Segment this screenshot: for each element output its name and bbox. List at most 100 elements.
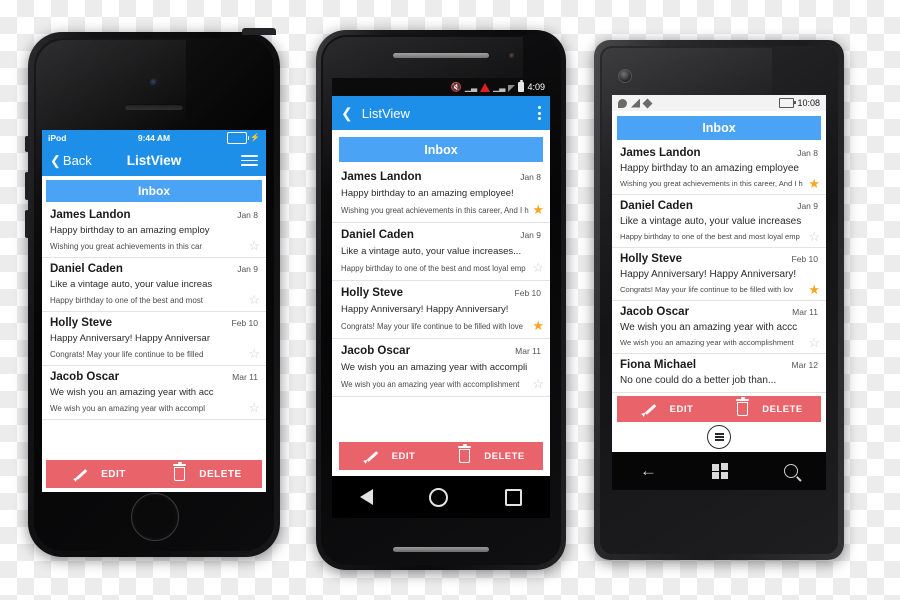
mail-date: Jan 8 [237,210,258,220]
android-earpiece-speaker [393,53,489,58]
action-bar: EDIT DELETE [46,460,262,488]
mail-preview: Congrats! May your life continue to be f… [50,350,204,359]
nav-search-icon[interactable] [784,464,799,478]
inbox-header-button[interactable]: Inbox [46,180,262,202]
alert-triangle-icon [480,82,491,92]
mail-subject: Happy Anniversary! Happy Anniversary! [341,304,509,315]
trash-icon [735,396,749,416]
nav-home-icon[interactable] [429,487,449,507]
star-filled-icon[interactable]: ★ [808,177,820,190]
iphone-volume-down-button[interactable] [25,210,29,238]
mail-subject: Happy birthday to an amazing employee [620,163,799,174]
mail-list-item[interactable]: Holly Steve Feb 10 Happy Anniversary! Happ… [612,248,826,301]
mail-list-item[interactable]: Jacob Oscar Mar 11 We wish you an amazing … [332,339,550,397]
android-status-icons: 🔇 ▁▃ ▁▃ [450,80,525,93]
android-app-bar: ❮ ListView [332,96,550,130]
inbox-label: Inbox [424,142,458,157]
mail-sender-name: Fiona Michael [620,359,697,371]
app-bar-expand-button[interactable] [707,425,731,449]
star-outline-icon[interactable]: ☆ [808,336,820,349]
hamburger-menu-icon[interactable] [241,155,258,166]
mail-subject: We wish you an amazing year with accc [620,322,798,333]
mail-subject: Happy Anniversary! Happy Anniversar [50,333,210,344]
android-clock: 4:09 [527,82,545,92]
mail-list-item[interactable]: Daniel Caden Jan 9 Like a vintage auto, yo… [332,223,550,281]
mail-list-item[interactable]: Fiona Michael Mar 12 No one could do a bet… [612,354,826,393]
windows-status-icons-left [618,98,653,108]
star-filled-icon[interactable]: ★ [532,203,544,216]
edit-button[interactable]: EDIT [617,403,719,416]
nav-recents-icon[interactable] [504,488,522,506]
star-outline-icon[interactable]: ☆ [248,401,260,414]
mail-list-item[interactable]: Holly Steve Feb 10 Happy Anniversary! Happ… [332,281,550,339]
back-arrow-icon[interactable]: ❮ [341,105,353,122]
mail-date: Jan 9 [797,201,818,211]
list-icon [714,433,724,441]
mail-subject: Happy Anniversary! Happy Anniversary! [620,269,797,280]
edit-button[interactable]: EDIT [46,468,154,481]
mail-list-item[interactable]: Jacob Oscar Mar 11 We wish you an amazing … [42,366,266,420]
inbox-header-button[interactable]: Inbox [617,116,821,140]
mail-sender-name: James Landon [50,209,131,221]
mail-preview: Congrats! May your life continue to be f… [620,285,794,294]
iphone-silent-switch[interactable] [25,136,29,152]
star-outline-icon[interactable]: ☆ [248,347,260,360]
mail-sender-name: Holly Steve [341,287,403,299]
action-bar: EDIT DELETE [617,396,821,422]
mail-sender-name: Daniel Caden [50,263,123,275]
delete-button[interactable]: DELETE [154,461,262,481]
edit-button[interactable]: EDIT [339,450,441,463]
star-outline-icon[interactable]: ☆ [248,293,260,306]
mail-subject: Like a vintage auto, your value increase… [341,246,522,257]
mail-preview: Happy birthday to one of the best and mo… [620,232,800,241]
android-bottom-speaker [393,547,489,552]
mail-list-item[interactable]: Daniel Caden Jan 9 Like a vintage auto, yo… [612,195,826,248]
android-device-frame: 🔇 ▁▃ ▁▃ 4:09 ❮ ListView Inbox James Land… [316,30,566,570]
delete-button[interactable]: DELETE [719,396,821,416]
iphone-home-button[interactable] [131,493,179,541]
mail-preview: Happy birthday to one of the best and mo… [50,296,203,305]
battery-icon [779,98,797,108]
nav-back-icon[interactable] [360,489,374,505]
mail-list[interactable]: James Landon Jan 8 Happy birthday to an am… [332,165,550,442]
mail-date: Jan 9 [237,264,258,274]
mail-date: Feb 10 [231,318,258,328]
mail-sender-name: Holly Steve [50,317,112,329]
star-outline-icon[interactable]: ☆ [532,261,544,274]
star-outline-icon[interactable]: ☆ [808,230,820,243]
mail-list-item[interactable]: James Landon Jan 8 Happy birthday to an am… [612,142,826,195]
ios-status-bar: iPod 9:44 AM ⚡ [42,130,266,145]
sim2-signal-icon: ▁▃ [493,82,506,92]
nav-back-icon[interactable]: ← [640,461,657,481]
mail-date: Jan 8 [797,148,818,158]
mail-list[interactable]: James Landon Jan 8 Happy birthday to an am… [42,204,266,460]
mail-list-item[interactable]: Daniel Caden Jan 9 Like a vintage auto, yo… [42,258,266,312]
mail-list[interactable]: James Landon Jan 8 Happy birthday to an am… [612,142,826,396]
delete-button[interactable]: DELETE [441,443,543,463]
mail-date: Mar 11 [232,372,258,382]
mail-list-item[interactable]: James Landon Jan 8 Happy birthday to an am… [332,165,550,223]
star-filled-icon[interactable]: ★ [532,319,544,332]
iphone-power-button[interactable] [242,28,276,35]
action-bar: EDIT DELETE [339,442,543,470]
mail-list-item[interactable]: Holly Steve Feb 10 Happy Anniversary! Happ… [42,312,266,366]
mail-sender-name: Jacob Oscar [50,371,120,383]
bluetooth-icon [642,98,653,108]
android-front-camera-icon [509,53,515,59]
iphone-screen: iPod 9:44 AM ⚡ ❮ Back ListView Inbox Jam… [42,130,266,492]
star-filled-icon[interactable]: ★ [808,283,820,296]
inbox-header-button[interactable]: Inbox [339,137,543,162]
mute-icon: 🔇 [450,81,462,92]
star-outline-icon[interactable]: ☆ [532,377,544,390]
mail-list-item[interactable]: Jacob Oscar Mar 11 We wish you an amazing … [612,301,826,354]
overflow-menu-icon[interactable] [538,106,541,120]
ios-nav-bar: ❮ Back ListView [42,145,266,176]
inbox-label: Inbox [138,184,170,198]
delete-button-label: DELETE [199,468,242,480]
star-outline-icon[interactable]: ☆ [248,239,260,252]
iphone-volume-up-button[interactable] [25,172,29,200]
delete-button-label: DELETE [762,403,803,415]
mail-sender-name: James Landon [341,171,422,183]
nav-windows-start-icon[interactable] [712,463,728,479]
mail-list-item[interactable]: James Landon Jan 8 Happy birthday to an am… [42,204,266,258]
